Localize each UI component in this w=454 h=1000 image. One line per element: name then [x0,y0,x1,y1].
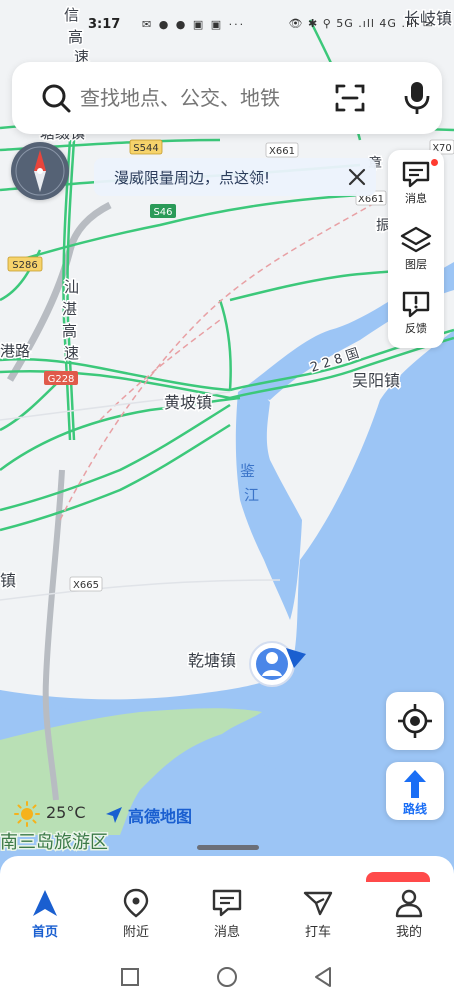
recents-icon[interactable] [117,964,143,990]
search-input[interactable] [80,82,320,114]
shield-g228: G228 [44,371,78,385]
route-button[interactable]: 路线 [386,762,444,820]
label-town-mid: 黄坡镇 [164,393,212,412]
svg-text:S544: S544 [133,143,158,154]
label-expressway-2: 湛 [62,300,77,318]
tab-nearby-label: 附近 [122,925,149,940]
compass-icon [15,146,65,196]
amap-logo-icon [106,807,122,823]
system-status-icons: 👁 ✱ ⚲ 5G .ıll 4G .ıll ▭ [288,17,434,30]
label-river-2: 江 [244,486,259,504]
feedback-button[interactable]: 反馈 [388,284,444,348]
tab-taxi-label: 打车 [304,925,331,940]
shield-s46: S46 [150,204,176,218]
label-town-right: 吴阳镇 [352,371,400,390]
label-expressway-3: 高 [62,322,77,340]
temperature: 25°C [46,803,86,822]
shield-s286: S286 [7,256,43,272]
layers-icon [400,226,432,253]
label-town-left: 镇 [0,571,16,590]
tab-home-label: 首页 [31,925,58,940]
message-icon [212,889,242,917]
label-road-left: 港路 [0,342,30,360]
location-pin-icon [123,888,149,918]
back-icon[interactable] [310,964,336,990]
label-river-1: 鉴 [240,462,255,480]
shield-x661a: X661 [265,142,299,158]
label-expressway-1: 汕 [64,278,79,296]
svg-text:S286: S286 [12,260,37,271]
navigation-arrow-icon [33,890,57,916]
tab-profile-label: 我的 [395,925,422,940]
tab-messages-label: 消息 [213,925,240,940]
promo-text: 漫威限量周边，点这领! [114,169,271,187]
tab-nearby[interactable]: 附近 [91,886,181,952]
map-tools-panel: 消息 图层 反馈 [388,150,444,348]
brand-name: 高德地图 [128,807,193,826]
close-icon[interactable] [346,166,368,188]
notification-dot [430,158,439,167]
route-arrow-icon [404,770,426,798]
tab-messages[interactable]: 消息 [182,886,272,952]
tab-home[interactable]: 首页 [0,886,90,952]
weather-widget[interactable]: 25°C [14,801,86,827]
crosshair-icon [398,704,432,738]
status-bar: 3:17 ✉ ● ● ▣ ▣ ··· 👁 ✱ ⚲ 5G .ıll 4G .ıll… [0,0,454,44]
taxi-icon [303,891,333,916]
sun-icon [14,801,40,827]
label-town-qiantang: 乾塘镇 [188,651,236,670]
messages-label: 消息 [405,192,427,205]
layers-button[interactable]: 图层 [388,220,444,284]
person-icon [395,889,423,918]
layers-label: 图层 [405,258,427,271]
svg-text:X661: X661 [269,146,295,157]
route-label: 路线 [402,802,427,816]
label-island: 南三岛旅游区 [0,832,108,853]
tab-profile[interactable]: 我的 [364,886,454,952]
label-expressway-4: 速 [64,344,79,362]
feedback-label: 反馈 [405,322,427,335]
sheet-drag-handle[interactable] [197,845,259,850]
notification-icons: ✉ ● ● ▣ ▣ ··· [142,18,246,31]
bottom-sheet: 首页 附近 消息 打车 我的 [0,856,454,1000]
message-icon [402,161,430,188]
feedback-icon [402,291,430,318]
microphone-icon[interactable] [400,80,434,116]
search-icon [42,84,71,113]
tab-taxi[interactable]: 打车 [273,886,363,952]
locate-me-button[interactable] [386,692,444,750]
messages-button[interactable]: 消息 [388,154,444,218]
svg-text:S46: S46 [153,207,172,218]
shield-s544: S544 [129,139,163,155]
svg-text:G228: G228 [48,374,75,385]
home-icon[interactable] [214,964,240,990]
compass-button[interactable] [11,142,69,200]
promo-banner[interactable]: 漫威限量周边，点这领! [94,158,376,196]
search-bar[interactable] [12,62,442,134]
svg-text:X665: X665 [73,580,99,591]
system-nav-bar [0,956,454,1000]
promo-tag [366,872,430,882]
scan-icon[interactable] [334,82,366,114]
status-time: 3:17 [88,17,121,32]
tab-bar: 首页 附近 消息 打车 我的 [0,886,454,952]
shield-x665: X665 [69,576,103,592]
